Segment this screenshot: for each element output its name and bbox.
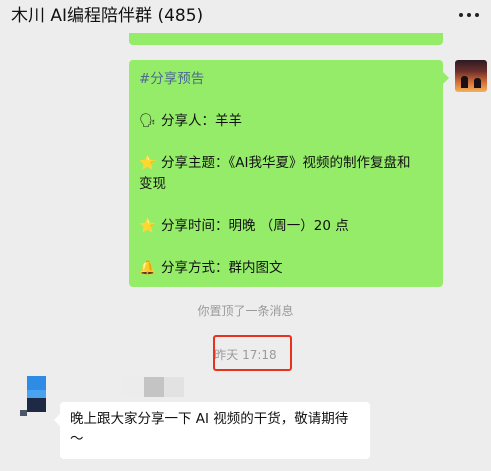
speaker-label: 分享人：羊羊 [161,113,242,129]
more-dots-icon[interactable] [459,12,479,18]
star-icon: ⭐ [139,155,156,171]
self-avatar[interactable] [455,60,487,92]
speaking-head-icon: 🗣 [139,113,157,129]
topic-line: ⭐ 分享主题：《AI我华夏》视频的制作复盘和 [139,153,410,174]
incoming-text-line2: ～ [70,431,84,447]
sender-name-blurred[interactable] [122,377,184,397]
time-label: 分享时间：明晚 （周一）20 点 [161,218,349,234]
speaker-line: 🗣 分享人：羊羊 [139,111,242,132]
topic-label-line1: 分享主题：《AI我华夏》视频的制作复盘和 [161,155,411,171]
sender-avatar[interactable] [20,376,46,416]
timestamp: 昨天 17:18 [214,348,277,362]
pinned-message-bubble[interactable]: #分享预告 🗣 分享人：羊羊 ⭐ 分享主题：《AI我华夏》视频的制作复盘和 变现 ⭐… [129,60,449,287]
incoming-text-line1: 晚上跟大家分享一下 AI 视频的干货，敬请期待 [70,411,349,427]
pin-notice: 你置顶了一条消息 [197,304,294,318]
previous-message-bubble[interactable] [129,33,443,45]
hashtag-link[interactable]: #分享预告 [139,69,204,90]
chat-title[interactable]: 木川 AI编程陪伴群 (485) [11,1,203,31]
method-label: 分享方式：群内图文 [161,260,283,276]
method-line: 🔔 分享方式：群内图文 [139,258,283,279]
incoming-message-bubble[interactable]: 晚上跟大家分享一下 AI 视频的干货，敬请期待 ～ [54,402,370,459]
star-icon: ⭐ [139,218,156,234]
time-line: ⭐ 分享时间：明晚 （周一）20 点 [139,216,349,237]
bell-icon: 🔔 [139,260,156,276]
topic-label-line2: 变现 [139,176,166,192]
